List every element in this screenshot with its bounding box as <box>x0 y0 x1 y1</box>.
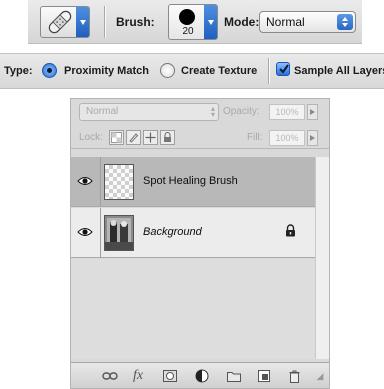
create-texture-label[interactable]: Create Texture <box>181 65 257 77</box>
layer-thumbnail-transparent <box>104 164 134 200</box>
tool-preset-picker[interactable] <box>40 6 90 38</box>
layers-scrollbar[interactable] <box>315 157 329 359</box>
layers-bottom-toolbar: fx ◢ <box>71 362 329 388</box>
divider <box>268 58 269 84</box>
blend-mode-select[interactable]: Normal ▴ ▾ <box>79 103 219 121</box>
layer-row-background[interactable]: Background <box>71 208 329 258</box>
mode-select[interactable]: Normal <box>259 11 356 33</box>
trash-icon[interactable] <box>285 368 303 384</box>
opacity-label: Opacity: <box>223 106 260 117</box>
layer-thumbnail-photo <box>104 215 134 251</box>
brush-size-value: 20 <box>182 26 194 37</box>
sample-all-layers-label[interactable]: Sample All Layers <box>294 65 384 77</box>
mode-label: Mode: <box>224 15 260 29</box>
eye-icon <box>77 177 93 185</box>
fill-label: Fill: <box>247 132 263 143</box>
stepper-arrows-icon[interactable] <box>337 14 353 30</box>
group-folder-icon[interactable] <box>225 368 243 384</box>
stepper-arrows-icon: ▴ ▾ <box>210 104 215 119</box>
lock-fill-row: Lock: Fill: 100% <box>71 127 329 149</box>
visibility-toggle[interactable] <box>71 208 101 258</box>
visibility-toggle[interactable] <box>71 157 101 207</box>
resize-grip-icon[interactable]: ◢ <box>311 368 329 384</box>
create-texture-radio[interactable] <box>160 63 175 78</box>
proximity-match-radio[interactable] <box>42 63 57 78</box>
mode-value: Normal <box>266 15 305 29</box>
mask-icon[interactable] <box>161 368 179 384</box>
lock-transparent-pixels-icon[interactable] <box>109 130 124 145</box>
brush-tip-icon <box>179 9 195 25</box>
opacity-slider-arrow-icon[interactable] <box>307 104 318 120</box>
layers-panel: Normal ▴ ▾ Opacity: 100% Lock: Fill: 100% <box>70 98 330 389</box>
layer-name[interactable]: Spot Healing Brush <box>143 175 238 187</box>
bandage-icon <box>48 10 72 34</box>
eye-icon <box>77 228 93 236</box>
brush-picker[interactable]: 20 <box>168 4 218 40</box>
lock-image-pixels-icon[interactable] <box>126 130 141 145</box>
proximity-match-label[interactable]: Proximity Match <box>64 65 149 77</box>
fill-slider-arrow-icon[interactable] <box>307 130 318 146</box>
fill-field[interactable]: 100% <box>269 130 305 146</box>
brush-dropdown-arrow-icon[interactable] <box>204 5 217 39</box>
lock-label: Lock: <box>79 132 103 143</box>
adjustment-icon[interactable] <box>193 368 211 384</box>
type-options-bar: Type: Proximity Match Create Texture Sam… <box>0 53 384 89</box>
brush-label: Brush: <box>116 15 155 29</box>
layer-name[interactable]: Background <box>143 226 202 238</box>
link-icon[interactable] <box>101 368 119 384</box>
tool-options-bar: Brush: 20 Mode: Normal <box>28 0 362 44</box>
preset-dropdown-arrow-icon[interactable] <box>76 7 89 37</box>
blend-mode-value: Normal <box>86 106 119 117</box>
padlock-icon <box>286 224 295 237</box>
blend-opacity-row: Normal ▴ ▾ Opacity: 100% <box>71 99 329 123</box>
layer-row-spot-healing-brush[interactable]: Spot Healing Brush <box>71 157 329 207</box>
divider <box>104 6 105 38</box>
lock-position-icon[interactable] <box>143 130 158 145</box>
checkmark-icon <box>279 64 289 74</box>
fx-icon[interactable]: fx <box>129 368 147 384</box>
layers-empty-area <box>71 259 315 359</box>
lock-all-icon[interactable] <box>160 130 175 145</box>
opacity-field[interactable]: 100% <box>269 104 305 120</box>
type-label: Type: <box>4 65 33 77</box>
sample-all-layers-checkbox[interactable] <box>276 62 290 76</box>
new-layer-icon[interactable] <box>255 368 273 384</box>
